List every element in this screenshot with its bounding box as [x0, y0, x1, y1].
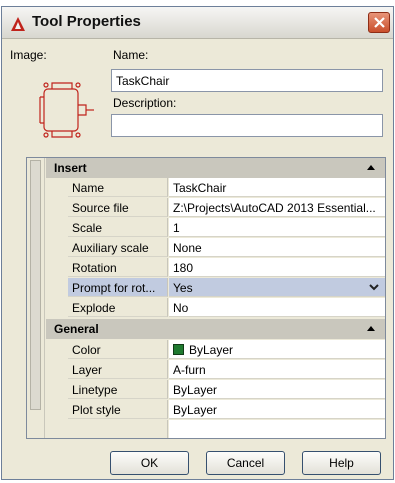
close-button[interactable] [368, 12, 390, 33]
property-row-name[interactable]: Name TaskChair [46, 178, 385, 197]
help-button[interactable]: Help [302, 451, 381, 475]
property-value[interactable]: None [169, 238, 385, 257]
property-value[interactable]: ByLayer [169, 340, 385, 359]
description-field[interactable] [111, 114, 383, 137]
category-general[interactable]: General [46, 319, 385, 339]
vertical-scrollbar[interactable] [27, 158, 45, 438]
property-name [68, 420, 168, 438]
property-name: Explode [68, 298, 168, 317]
name-label: Name: [113, 48, 149, 62]
close-icon [374, 17, 385, 28]
collapse-arrow-icon[interactable] [367, 326, 375, 331]
property-name: Prompt for rot... [68, 278, 168, 297]
chevron-down-icon[interactable] [367, 282, 381, 293]
block-preview-image [39, 82, 94, 138]
property-value[interactable]: ByLayer [169, 380, 385, 399]
dropdown-value: Yes [173, 281, 193, 295]
property-name: Layer [68, 360, 168, 379]
autocad-logo-icon [11, 17, 25, 31]
property-value[interactable]: 1 [169, 218, 385, 237]
property-value[interactable]: ByLayer [169, 400, 385, 419]
property-name: Scale [68, 218, 168, 237]
property-value[interactable]: TaskChair [169, 178, 385, 197]
image-label: Image: [10, 48, 47, 62]
property-value[interactable]: No [169, 298, 385, 317]
property-name: Name [68, 178, 168, 197]
ok-button[interactable]: OK [110, 451, 189, 475]
property-value-dropdown[interactable]: Yes [169, 278, 385, 297]
scrollbar-thumb[interactable] [30, 160, 41, 410]
property-row-partial [46, 420, 385, 438]
name-field[interactable]: TaskChair [111, 69, 383, 92]
category-insert[interactable]: Insert [46, 158, 385, 178]
cancel-button[interactable]: Cancel [206, 451, 285, 475]
category-insert-title: Insert [54, 161, 87, 175]
tool-properties-dialog: Tool Properties Image: Name: TaskChair D… [1, 6, 394, 480]
property-row-plot-style[interactable]: Plot style ByLayer [46, 400, 385, 419]
property-name: Plot style [68, 400, 168, 419]
property-value [169, 420, 385, 438]
property-value[interactable]: Z:\Projects\AutoCAD 2013 Essential... [169, 198, 385, 217]
color-value: ByLayer [189, 343, 234, 357]
property-name: Source file [68, 198, 168, 217]
dialog-title: Tool Properties [32, 13, 141, 30]
property-name: Color [68, 340, 168, 359]
property-value[interactable]: A-furn [169, 360, 385, 379]
properties-grid: Insert Name TaskChair Source file Z:\Pro… [26, 157, 386, 439]
property-name: Linetype [68, 380, 168, 399]
category-general-title: General [54, 322, 99, 336]
property-row-prompt-for-rotation[interactable]: Prompt for rot... Yes [46, 278, 385, 297]
property-row-scale[interactable]: Scale 1 [46, 218, 385, 237]
property-row-auxiliary-scale[interactable]: Auxiliary scale None [46, 238, 385, 257]
color-swatch [173, 344, 184, 355]
property-row-rotation[interactable]: Rotation 180 [46, 258, 385, 277]
title-bar[interactable]: Tool Properties [2, 7, 393, 39]
property-row-color[interactable]: Color ByLayer [46, 340, 385, 359]
collapse-arrow-icon[interactable] [367, 165, 375, 170]
property-value[interactable]: 180 [169, 258, 385, 277]
property-row-layer[interactable]: Layer A-furn [46, 360, 385, 379]
property-row-source-file[interactable]: Source file Z:\Projects\AutoCAD 2013 Ess… [46, 198, 385, 217]
property-row-explode[interactable]: Explode No [46, 298, 385, 317]
property-row-linetype[interactable]: Linetype ByLayer [46, 380, 385, 399]
property-name: Rotation [68, 258, 168, 277]
property-name: Auxiliary scale [68, 238, 168, 257]
description-label: Description: [113, 96, 177, 110]
